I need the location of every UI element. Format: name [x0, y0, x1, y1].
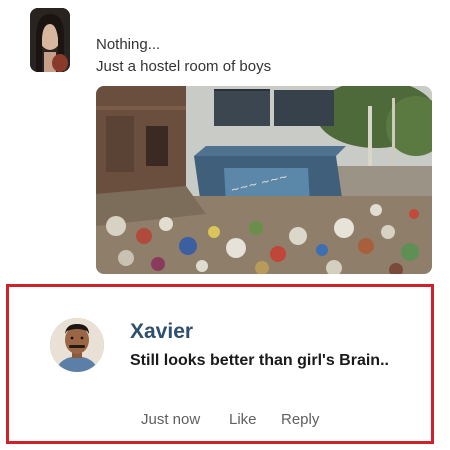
like-button[interactable]: Like [229, 411, 281, 428]
profile-photo-icon [50, 318, 104, 372]
post-author-avatar[interactable] [30, 8, 70, 72]
garbage-dumpster-photo: ~~~ ~~~ [96, 86, 432, 274]
post-image[interactable]: ~~~ ~~~ [96, 86, 432, 274]
post-caption-line-1: Nothing... [96, 36, 161, 53]
comment-actions: Just now Like Reply [141, 411, 341, 428]
post-caption-line-2: Just a hostel room of boys [96, 58, 272, 75]
comment-timestamp: Just now [141, 411, 201, 428]
comment-author-name[interactable]: Xavier [130, 320, 193, 344]
profile-photo-icon [30, 8, 70, 72]
comment-author-avatar[interactable] [50, 318, 104, 372]
post-caption: Nothing... Just a hostel room of boys [96, 34, 271, 78]
comment-thread: Nothing... Just a hostel room of boys ~~… [0, 0, 450, 450]
comment-text: Still looks better than girl's Brain.. [130, 352, 389, 369]
reply-button[interactable]: Reply [281, 411, 341, 428]
